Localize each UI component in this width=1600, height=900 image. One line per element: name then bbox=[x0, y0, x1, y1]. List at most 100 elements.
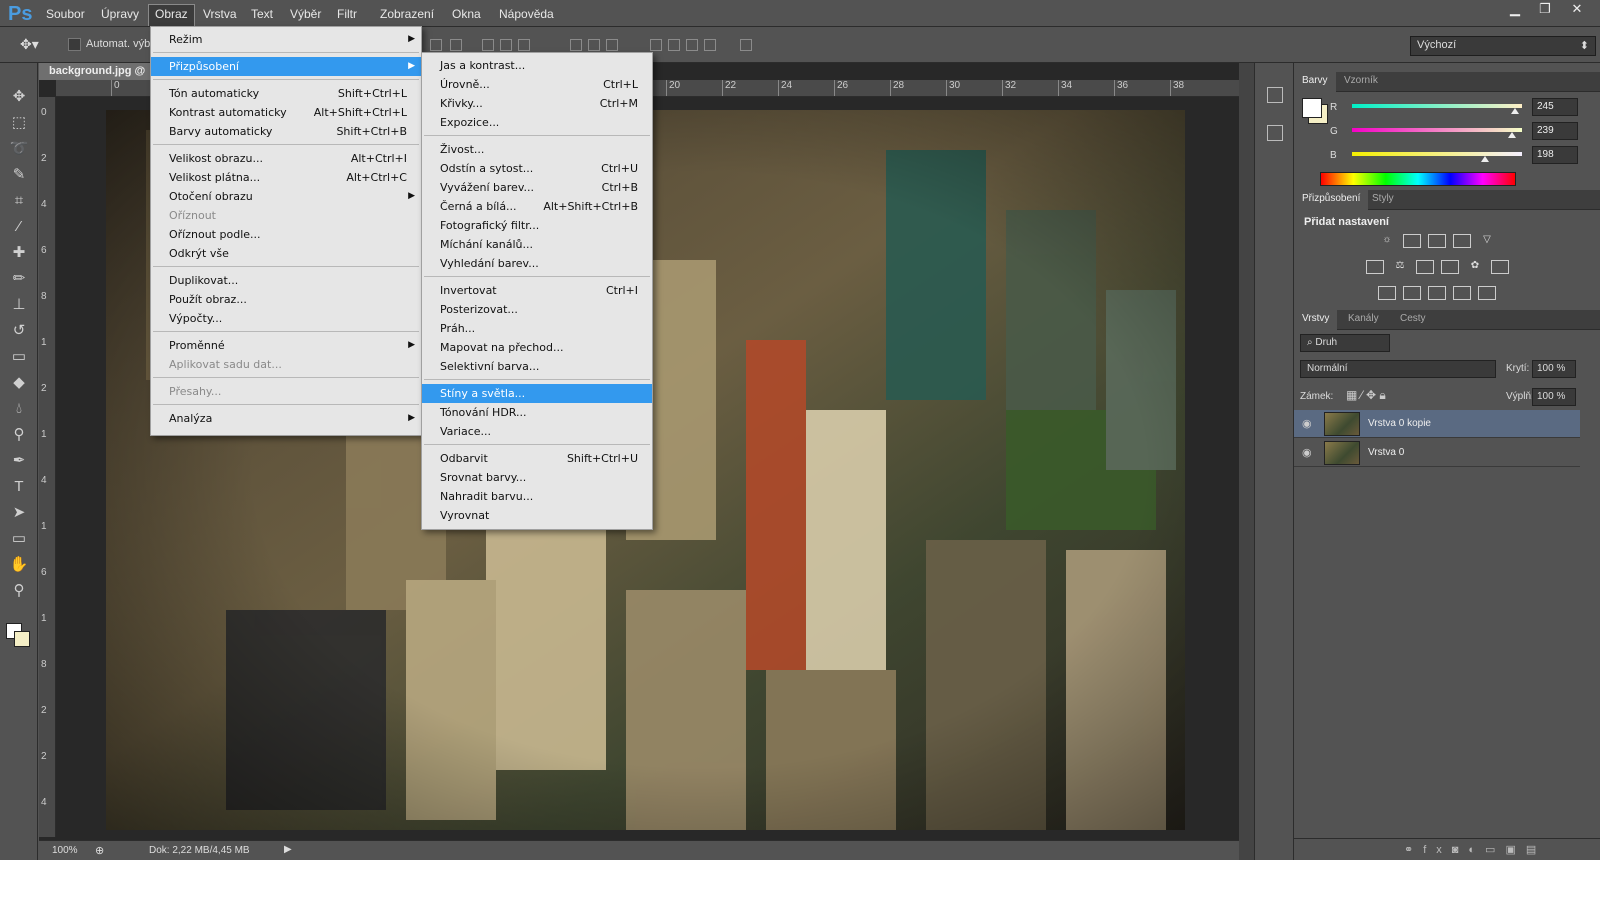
kind-filter[interactable]: ⌕ Druh bbox=[1300, 334, 1390, 352]
healing-brush-icon[interactable]: ✚ bbox=[8, 243, 30, 263]
distribute-icon[interactable] bbox=[686, 39, 698, 51]
vibrance-icon[interactable]: ▽ bbox=[1478, 234, 1496, 248]
move-tool-preset-icon[interactable]: ✥▾ bbox=[20, 36, 39, 53]
menu-item[interactable]: Tón automaticky Shift+Ctrl+L bbox=[151, 84, 421, 103]
menu-item[interactable]: Práh... bbox=[422, 319, 652, 338]
align-icon[interactable] bbox=[500, 39, 512, 51]
layer-row[interactable]: ◉ Vrstva 0 bbox=[1294, 439, 1580, 467]
exposure-icon[interactable] bbox=[1453, 234, 1471, 248]
menu-item[interactable]: Oříznout podle... bbox=[151, 225, 421, 244]
distribute-icon[interactable] bbox=[570, 39, 582, 51]
layer-row[interactable]: ◉ Vrstva 0 kopie bbox=[1294, 410, 1580, 438]
menu-item[interactable]: Jas a kontrast... bbox=[422, 56, 652, 75]
crop-tool-icon[interactable]: ⌗ bbox=[8, 191, 30, 211]
menu-item[interactable]: Vyhledání barev... bbox=[422, 254, 652, 273]
menu-item[interactable]: Duplikovat... bbox=[151, 271, 421, 290]
slider-handle[interactable] bbox=[1507, 132, 1516, 138]
b-slider[interactable] bbox=[1352, 152, 1522, 162]
brightness-icon[interactable]: ☼ bbox=[1378, 234, 1396, 248]
menu-item[interactable]: Expozice... bbox=[422, 113, 652, 132]
menu-okna[interactable]: Okna bbox=[446, 6, 487, 24]
menu-item[interactable]: Míchání kanálů... bbox=[422, 235, 652, 254]
distribute-icon[interactable] bbox=[606, 39, 618, 51]
tab-cesty[interactable]: Cesty bbox=[1392, 310, 1434, 330]
color-lookup-icon[interactable] bbox=[1491, 260, 1509, 274]
foreground-swatch[interactable] bbox=[1302, 98, 1322, 118]
gradient-map-icon[interactable] bbox=[1478, 286, 1496, 300]
menu-item[interactable]: Výpočty... bbox=[151, 309, 421, 328]
auto-align-icon[interactable] bbox=[740, 39, 752, 51]
menu-item[interactable]: Živost... bbox=[422, 140, 652, 159]
slider-handle[interactable] bbox=[1511, 108, 1520, 114]
tab-barvy[interactable]: Barvy bbox=[1294, 72, 1336, 92]
menu-item[interactable]: Otočení obrazu ▶ bbox=[151, 187, 421, 206]
menu-item[interactable]: Úrovně... Ctrl+L bbox=[422, 75, 652, 94]
layers-footer-icons[interactable]: ⚭fx◙◐▭▣▤ bbox=[1294, 838, 1600, 860]
status-options-icon[interactable]: ⊕ bbox=[95, 844, 104, 857]
clone-stamp-icon[interactable]: ⊥ bbox=[8, 295, 30, 315]
hue-saturation-icon[interactable] bbox=[1366, 260, 1384, 274]
menu-item[interactable]: Barvy automaticky Shift+Ctrl+B bbox=[151, 122, 421, 141]
color-balance-icon[interactable]: ⚖ bbox=[1391, 260, 1409, 274]
zoom-level[interactable]: 100% bbox=[52, 845, 78, 856]
tab-kanaly[interactable]: Kanály bbox=[1340, 310, 1387, 330]
blend-mode-select[interactable]: Normální bbox=[1300, 360, 1496, 378]
paint-bucket-icon[interactable]: ◆ bbox=[8, 373, 30, 393]
eye-icon[interactable]: ◉ bbox=[1302, 417, 1312, 430]
posterize-icon[interactable] bbox=[1403, 286, 1421, 300]
menu-zobrazeni[interactable]: Zobrazení bbox=[374, 6, 440, 24]
blur-tool-icon[interactable]: 💧︎ bbox=[8, 399, 30, 419]
close-icon[interactable]: ✕ bbox=[1562, 0, 1592, 20]
background-color-swatch[interactable] bbox=[14, 631, 30, 647]
shape-tool-icon[interactable]: ▭ bbox=[8, 529, 30, 549]
quick-select-tool-icon[interactable]: ✎ bbox=[8, 165, 30, 185]
g-value[interactable]: 239 bbox=[1532, 122, 1578, 140]
eyedropper-tool-icon[interactable]: ⁄ bbox=[8, 217, 30, 237]
r-value[interactable]: 245 bbox=[1532, 98, 1578, 116]
menu-item[interactable]: Odkrýt vše bbox=[151, 244, 421, 263]
menu-obraz[interactable]: Obraz bbox=[148, 4, 195, 26]
menu-item[interactable]: Přizpůsobení ▶ bbox=[151, 57, 421, 76]
menu-vrstva[interactable]: Vrstva bbox=[197, 6, 243, 24]
menu-item[interactable]: Velikost plátna... Alt+Ctrl+C bbox=[151, 168, 421, 187]
menu-napoveda[interactable]: Nápověda bbox=[493, 6, 560, 24]
tab-styly[interactable]: Styly bbox=[1364, 190, 1402, 210]
menu-item[interactable]: Mapovat na přechod... bbox=[422, 338, 652, 357]
channel-mixer-icon[interactable]: ✿ bbox=[1466, 260, 1484, 274]
menu-item[interactable]: Použít obraz... bbox=[151, 290, 421, 309]
g-slider[interactable] bbox=[1352, 128, 1522, 138]
menu-item[interactable]: Analýza ▶ bbox=[151, 409, 421, 428]
color-spectrum[interactable] bbox=[1320, 172, 1516, 186]
menu-soubor[interactable]: Soubor bbox=[40, 6, 91, 24]
menu-item[interactable]: Velikost obrazu... Alt+Ctrl+I bbox=[151, 149, 421, 168]
distribute-icon[interactable] bbox=[650, 39, 662, 51]
menu-item[interactable]: Nahradit barvu... bbox=[422, 487, 652, 506]
b-value[interactable]: 198 bbox=[1532, 146, 1578, 164]
slider-handle[interactable] bbox=[1480, 156, 1489, 162]
eye-icon[interactable]: ◉ bbox=[1302, 446, 1312, 459]
history-brush-icon[interactable]: ↺ bbox=[8, 321, 30, 341]
menu-item[interactable]: Černá a bílá... Alt+Shift+Ctrl+B bbox=[422, 197, 652, 216]
menu-upravy[interactable]: Úpravy bbox=[95, 6, 145, 24]
tab-prizpusobeni[interactable]: Přizpůsobení bbox=[1294, 190, 1369, 210]
menu-vyber[interactable]: Výběr bbox=[284, 6, 327, 24]
selective-color-icon[interactable] bbox=[1453, 286, 1471, 300]
curves-icon[interactable] bbox=[1428, 234, 1446, 248]
menu-item[interactable]: Proměnné ▶ bbox=[151, 336, 421, 355]
align-icon[interactable] bbox=[482, 39, 494, 51]
r-slider[interactable] bbox=[1352, 104, 1522, 114]
path-select-icon[interactable]: ➤ bbox=[8, 503, 30, 523]
invert-icon[interactable] bbox=[1378, 286, 1396, 300]
distribute-icon[interactable] bbox=[668, 39, 680, 51]
restore-icon[interactable]: ❐ bbox=[1530, 0, 1560, 20]
align-icon[interactable] bbox=[430, 39, 442, 51]
zoom-tool-icon[interactable]: ⚲ bbox=[8, 581, 30, 601]
menu-item[interactable]: Variace... bbox=[422, 422, 652, 441]
menu-item[interactable]: Odbarvit Shift+Ctrl+U bbox=[422, 449, 652, 468]
history-panel-icon[interactable] bbox=[1267, 87, 1283, 103]
status-menu-arrow-icon[interactable]: ▶ bbox=[284, 844, 292, 855]
menu-item[interactable]: Fotografický filtr... bbox=[422, 216, 652, 235]
eraser-tool-icon[interactable]: ▭ bbox=[8, 347, 30, 367]
menu-item[interactable]: Křivky... Ctrl+M bbox=[422, 94, 652, 113]
properties-panel-icon[interactable] bbox=[1267, 125, 1283, 141]
